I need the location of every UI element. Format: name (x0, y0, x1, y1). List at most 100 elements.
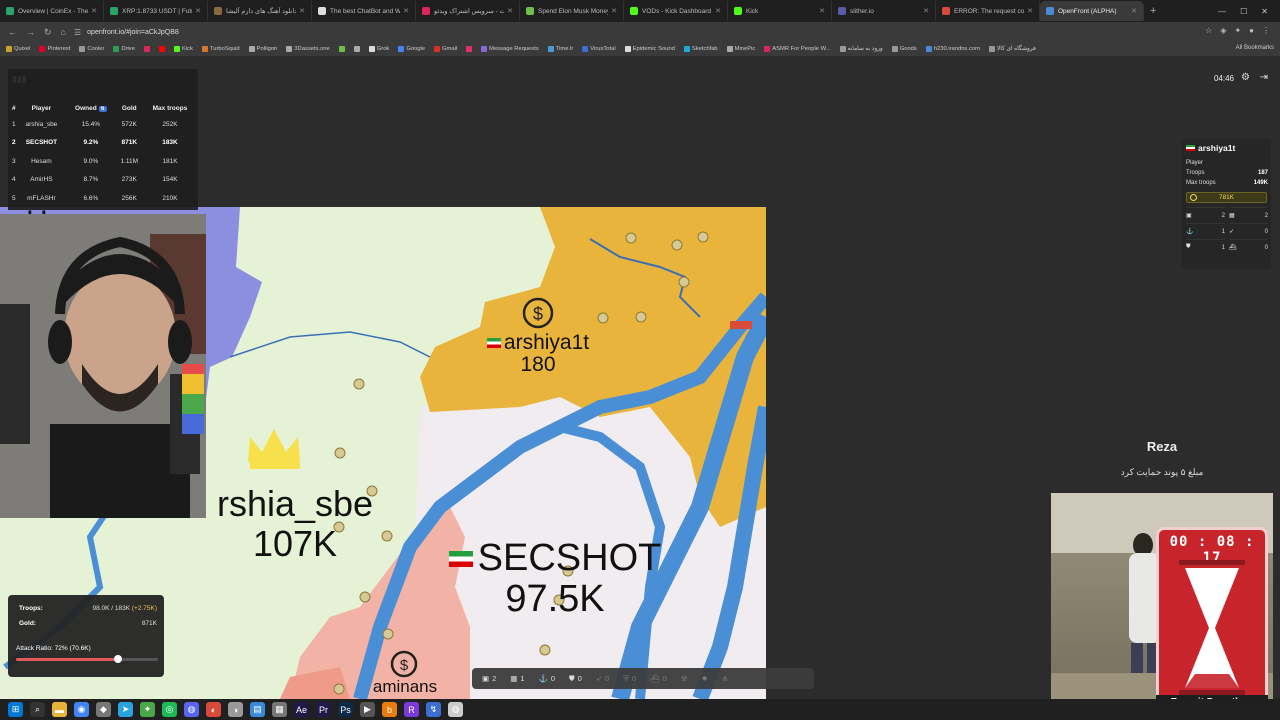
app-icon[interactable]: ◐ (206, 702, 221, 717)
build-port-button[interactable]: ⚓ 0 (539, 674, 556, 683)
bookmark-item[interactable]: Quixel (6, 46, 30, 52)
new-tab-button[interactable]: + (1144, 5, 1162, 17)
bookmark-item[interactable]: Sketchfab (683, 46, 718, 52)
attack-ratio-knob[interactable] (114, 655, 123, 663)
bookmark-item[interactable]: MinePic (726, 46, 755, 52)
extensions-puzzle-icon[interactable]: ✦ (1234, 26, 1241, 35)
app-icon[interactable]: R (404, 702, 419, 717)
build-warship-button[interactable]: ⛴ 0 (650, 674, 667, 683)
photoshop-icon[interactable]: Ps (338, 702, 353, 717)
premiere-icon[interactable]: Pr (316, 702, 331, 717)
app-icon[interactable]: ▤ (250, 702, 265, 717)
header-owned[interactable]: Owned ⇅ (66, 101, 115, 115)
bookmark-item[interactable]: Message Requests (481, 46, 539, 52)
browser-tab[interactable]: XRP:1.8733 USDT | Futur ✕ (104, 1, 208, 21)
build-atom-bomb-button[interactable]: ☢ (681, 674, 688, 683)
build-hydrogen-bomb-button[interactable]: ✹ (702, 674, 708, 683)
back-icon[interactable]: ← (8, 27, 17, 38)
app-icon[interactable]: ◑ (228, 702, 243, 717)
bookmark-item[interactable]: Time.lr (547, 46, 573, 52)
bookmark-item[interactable]: ورود به سامانه (839, 46, 883, 52)
blender-icon[interactable]: b (382, 702, 397, 717)
leaderboard-row[interactable]: 1 arshia_sbe 15.4% 572K 252K (11, 115, 197, 134)
tab-close-icon[interactable]: ✕ (192, 7, 201, 15)
browser-tab[interactable]: Overview | CoinEx - The G ✕ (0, 1, 104, 21)
all-bookmarks-link[interactable]: All Bookmarks (1236, 45, 1274, 51)
url-field[interactable]: openfront.io/#join=aCkJpQB8 (87, 29, 179, 36)
browser-tab[interactable]: ERROR: The request could✕ (936, 1, 1040, 21)
tab-close-icon[interactable]: ✕ (816, 7, 825, 15)
header-max-troops[interactable]: Max troops (143, 101, 197, 115)
after-effects-icon[interactable]: Ae (294, 702, 309, 717)
bookmark-item[interactable] (466, 46, 473, 52)
site-info-icon[interactable]: ☰ (74, 28, 81, 37)
build-city-button[interactable]: ▣ 2 (482, 674, 496, 683)
leaderboard-row[interactable]: 2 SECSHOT 9.2% 871K 183K (11, 134, 197, 153)
bookmark-item[interactable]: Google (398, 46, 425, 52)
leaderboard-row[interactable]: 3 Hesam 9.0% 1.11M 181K (11, 152, 197, 171)
forward-icon[interactable]: → (26, 27, 35, 38)
browser-tab[interactable]: Kick ✕ (728, 1, 832, 21)
leaderboard-row[interactable]: 4 AmirHS 8.7% 273K 154K (11, 171, 197, 190)
bookmark-item[interactable] (353, 46, 360, 52)
bookmark-item[interactable]: Goods (891, 46, 917, 52)
bookmark-item[interactable]: h230.irandns.com (925, 46, 980, 52)
browser-tab[interactable]: The best ChatBot and Wr ✕ (312, 1, 416, 21)
header-gold[interactable]: Gold (116, 101, 143, 115)
close-window-icon[interactable]: ✕ (1261, 7, 1268, 16)
extension-icon[interactable]: ◈ (1220, 26, 1226, 35)
browser-tab[interactable]: slither.io ✕ (832, 1, 936, 21)
browser-tab[interactable]: Spend Elon Musk Money ✕ (520, 1, 624, 21)
bookmark-star-icon[interactable]: ☆ (1205, 26, 1212, 35)
maximize-icon[interactable]: ☐ (1240, 7, 1247, 16)
build-defense-button[interactable]: ⛊ 0 (569, 674, 582, 684)
bookmark-item[interactable] (158, 46, 165, 52)
tab-close-icon[interactable]: ✕ (1024, 7, 1033, 15)
browser-tab[interactable]: آپارات - سرویس اشتراک ویدئو✕ (416, 1, 520, 21)
discord-icon[interactable]: ◍ (184, 702, 199, 717)
build-factory-button[interactable]: ▦ 1 (510, 674, 524, 683)
settings-gear-icon[interactable]: ⚙ (1241, 72, 1250, 83)
bookmark-item[interactable]: VirusTotal (582, 46, 616, 52)
build-sam-button[interactable]: ⛨ 0 (623, 674, 636, 684)
file-explorer-icon[interactable]: ▬ (52, 702, 67, 717)
bookmark-item[interactable]: Pinterest (39, 46, 70, 52)
search-icon[interactable]: ⌕ (30, 702, 45, 717)
reload-icon[interactable]: ↻ (44, 27, 52, 38)
bookmark-item[interactable]: فروشگاه ای کالا (988, 46, 1036, 52)
bookmark-item[interactable]: ASMR For People W... (764, 46, 831, 52)
profile-icon[interactable]: ● (1249, 26, 1254, 35)
chrome-icon[interactable]: ◉ (74, 702, 89, 717)
leaderboard-row[interactable]: 5 mFLASHr 6.6% 256K 210K (11, 189, 197, 208)
tab-close-icon[interactable]: ✕ (88, 7, 97, 15)
minimize-icon[interactable]: — (1218, 7, 1226, 16)
tab-close-icon[interactable]: ✕ (920, 7, 929, 15)
spotify-icon[interactable]: ◎ (162, 702, 177, 717)
bookmark-item[interactable]: Poliigon (248, 46, 277, 52)
header-player[interactable]: Player (17, 101, 67, 115)
app-icon[interactable]: ✦ (140, 702, 155, 717)
tab-close-icon[interactable]: ✕ (608, 7, 617, 15)
build-missile-silo-button[interactable]: ➶ 0 (596, 674, 609, 683)
bookmark-item[interactable]: Grok (368, 46, 389, 52)
bookmark-item[interactable]: Gmail (434, 46, 457, 52)
tab-close-icon[interactable]: ✕ (400, 7, 409, 15)
app-icon[interactable]: ◆ (96, 702, 111, 717)
bookmark-item[interactable] (338, 46, 345, 52)
bookmark-item[interactable]: Kick (173, 46, 193, 52)
app-icon[interactable]: ↯ (426, 702, 441, 717)
browser-menu-icon[interactable]: ⋮ (1262, 26, 1270, 35)
tab-close-icon[interactable]: ✕ (1128, 7, 1137, 15)
bookmark-item[interactable]: 3Dassets.one (286, 46, 330, 52)
attack-ratio-slider[interactable] (16, 655, 158, 663)
exit-icon[interactable]: ⇥ (1260, 72, 1268, 83)
telegram-icon[interactable]: ➤ (118, 702, 133, 717)
browser-tab[interactable]: VODs - Kick Dashboard ✕ (624, 1, 728, 21)
bookmark-item[interactable]: Drive (113, 46, 135, 52)
home-icon[interactable]: ⌂ (61, 27, 66, 38)
tab-close-icon[interactable]: ✕ (296, 7, 305, 15)
bookmark-item[interactable]: Cooler (79, 46, 104, 52)
app-icon[interactable]: ◍ (448, 702, 463, 717)
windows-start-icon[interactable]: ⊞ (8, 702, 23, 717)
build-mirv-button[interactable]: ⋔ (722, 674, 728, 683)
